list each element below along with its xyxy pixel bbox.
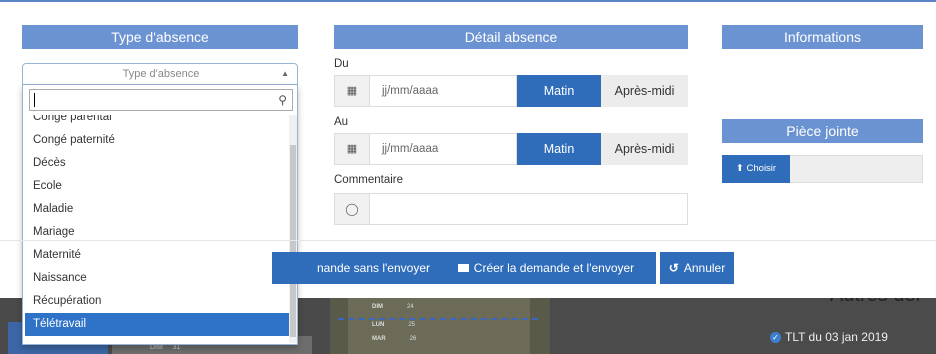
save-without-send-button[interactable]: nande sans l'envoyer: [272, 252, 436, 284]
background-today-line: [338, 318, 538, 320]
au-date-group: ▦ jj/mm/aaaa Matin Après-midi: [334, 133, 688, 165]
option-recuperation[interactable]: Récupération: [25, 290, 289, 313]
cancel-button[interactable]: ↺ Annuler: [660, 252, 734, 284]
option-naissance[interactable]: Naissance: [25, 267, 289, 290]
commentaire-label: Commentaire: [334, 174, 404, 186]
dropdown-options-list: Congé parental Congé paternité Décès Eco…: [23, 115, 289, 343]
file-name-field[interactable]: [790, 155, 923, 183]
option-maternite[interactable]: Maternité: [25, 244, 289, 267]
select-placeholder: Type d'absence: [122, 68, 200, 80]
search-icon: ⚲: [278, 93, 287, 107]
option-conge-paternite[interactable]: Congé paternité: [25, 129, 289, 152]
au-apres-midi-button[interactable]: Après-midi: [601, 133, 688, 165]
background-right-panel: Autres der ✓ TLT du 03 jan 2019: [550, 284, 936, 354]
absence-modal: Type d'absence Détail absence Informatio…: [0, 2, 936, 345]
au-matin-button[interactable]: Matin: [517, 133, 601, 165]
choisir-button[interactable]: ⬆ Choisir: [722, 155, 790, 183]
type-absence-header: Type d'absence: [22, 25, 298, 49]
create-and-send-button[interactable]: Créer la demande et l'envoyer: [436, 252, 656, 284]
dropdown-search-input[interactable]: [30, 90, 260, 110]
background-calendar-row: LUN 25: [372, 322, 416, 328]
calendar-icon[interactable]: ▦: [334, 75, 370, 107]
au-label: Au: [334, 116, 349, 128]
detail-absence-header: Détail absence: [334, 25, 688, 49]
background-list-item: ✓ TLT du 03 jan 2019: [770, 330, 888, 344]
envelope-icon: [457, 263, 469, 272]
calendar-icon[interactable]: ▦: [334, 133, 370, 165]
scrollbar-thumb[interactable]: [290, 145, 296, 337]
background-calendar-row: DIM 24: [372, 304, 414, 310]
upload-icon: ⬆: [735, 163, 744, 174]
option-maladie[interactable]: Maladie: [25, 198, 289, 221]
option-conge-parental[interactable]: Congé parental: [25, 115, 289, 129]
du-apres-midi-button[interactable]: Après-midi: [601, 75, 688, 107]
type-absence-select[interactable]: Type d'absence ▲: [22, 63, 298, 85]
footer-divider: [0, 240, 936, 241]
comment-icon: ◯: [334, 193, 370, 225]
du-date-group: ▦ jj/mm/aaaa Matin Après-midi: [334, 75, 688, 107]
text-cursor: [34, 93, 35, 107]
caret-up-icon: ▲: [281, 69, 289, 78]
check-circle-icon: ✓: [770, 331, 781, 343]
du-matin-button[interactable]: Matin: [517, 75, 601, 107]
commentaire-input[interactable]: [370, 193, 688, 225]
du-label: Du: [334, 58, 349, 70]
background-calendar-row: MAR 26: [372, 336, 417, 342]
undo-icon: ↺: [668, 261, 679, 275]
option-ecole[interactable]: Ecole: [25, 175, 289, 198]
piece-jointe-header: Pièce jointe: [722, 119, 923, 143]
du-date-input[interactable]: jj/mm/aaaa: [370, 75, 517, 107]
background-calendar-cell: DIM 31: [150, 344, 181, 351]
option-deces[interactable]: Décès: [25, 152, 289, 175]
type-absence-dropdown: ⚲ Congé parental Congé paternité Décès E…: [22, 85, 298, 345]
au-date-input[interactable]: jj/mm/aaaa: [370, 133, 517, 165]
dropdown-scrollbar[interactable]: [289, 115, 297, 343]
dropdown-search[interactable]: ⚲: [29, 89, 293, 111]
option-teletravail[interactable]: Télétravail: [25, 313, 289, 336]
informations-header: Informations: [722, 25, 923, 49]
background-calendar: DIM 24 LUN 25 MAR 26: [330, 298, 550, 354]
